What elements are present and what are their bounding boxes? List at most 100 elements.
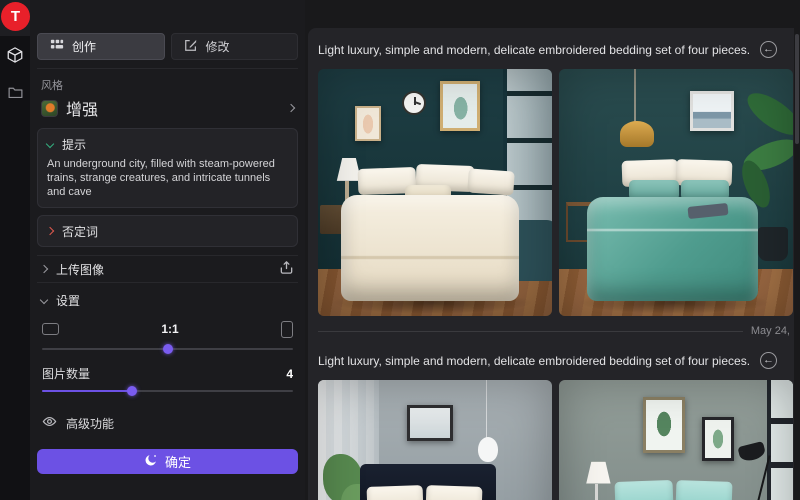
wall-art-frame: [702, 417, 734, 461]
grid-icon: [50, 38, 64, 55]
plant-pot: [758, 227, 788, 261]
pendant-lamp: [478, 437, 498, 462]
table-lamp: [582, 462, 614, 484]
pillow: [622, 159, 679, 187]
window: [503, 69, 552, 232]
wall-art-frame: [355, 106, 381, 141]
upload-icon[interactable]: [279, 260, 294, 278]
pendant-cord: [634, 69, 636, 126]
pillow: [425, 485, 482, 500]
aspect-ratio-slider[interactable]: [42, 343, 293, 355]
style-selector[interactable]: 增强: [41, 98, 294, 118]
floor: [318, 269, 552, 316]
date-label: May 24,: [751, 325, 790, 337]
prompt-header[interactable]: 提示: [47, 135, 288, 153]
date-divider: May 24,: [318, 318, 790, 344]
chevron-right-icon: [287, 104, 295, 112]
tab-create-label: 创作: [72, 38, 96, 55]
throw-blanket: [687, 203, 728, 219]
upload-image-row[interactable]: 上传图像: [41, 256, 294, 282]
generated-image-4[interactable]: [559, 380, 793, 500]
settings-label: 设置: [56, 292, 80, 309]
floor-lamp-shade: [737, 441, 766, 463]
group-header-2: Light luxury, simple and modern, delicat…: [308, 344, 794, 380]
prompt-text[interactable]: An underground city, filled with steam-p…: [47, 157, 288, 199]
image-row-1: [318, 69, 794, 316]
generated-image-3[interactable]: [318, 380, 552, 500]
divider: [37, 282, 298, 283]
plant-leaf: [737, 156, 776, 211]
plant-leaf: [323, 454, 363, 500]
sheer-curtain: [318, 380, 379, 500]
moon-icon: [144, 453, 158, 470]
chevron-right-icon: [46, 227, 54, 235]
reuse-prompt-icon[interactable]: ←: [760, 352, 777, 369]
armchair: [508, 220, 552, 282]
plant-leaf: [341, 484, 371, 500]
bed-shadow: [332, 291, 533, 313]
pendant-cord: [486, 380, 487, 442]
pendant-lamp: [620, 121, 654, 147]
sidebar-item-generate[interactable]: [0, 42, 30, 72]
negative-prompt-box[interactable]: 否定词: [37, 215, 298, 247]
image-count-slider-thumb[interactable]: [127, 386, 137, 396]
chevron-right-icon: [40, 265, 48, 273]
image-row-2: [318, 380, 794, 500]
group-prompt-2: Light luxury, simple and modern, delicat…: [318, 354, 750, 368]
pillow: [416, 164, 475, 192]
sidebar-item-assets[interactable]: [0, 80, 30, 110]
confirm-label: 确定: [165, 452, 191, 471]
plant-leaf: [741, 86, 793, 143]
pillow: [676, 159, 733, 187]
wall-art-frame: [643, 397, 685, 453]
prompt-box[interactable]: 提示 An underground city, filled with stea…: [37, 128, 298, 208]
group-prompt-1: Light luxury, simple and modern, delicat…: [318, 43, 750, 57]
wall-art-frame: [407, 405, 453, 441]
lamp-base: [345, 181, 349, 203]
floor: [559, 269, 793, 316]
aspect-ratio-value: 1:1: [59, 322, 281, 336]
feed-area: Light luxury, simple and modern, delicat…: [305, 0, 800, 500]
style-thumbnail-icon: [41, 100, 58, 117]
settings-header[interactable]: 设置: [41, 287, 294, 313]
scrollbar-thumb[interactable]: [795, 34, 799, 144]
nightstand: [320, 205, 362, 235]
image-count-slider[interactable]: [42, 385, 293, 397]
confirm-generate-button[interactable]: 确定: [37, 449, 298, 474]
side-table: [566, 202, 613, 242]
aspect-ratio-row: 1:1: [42, 318, 293, 340]
image-count-row: 图片数量 4: [42, 365, 293, 382]
pillow: [615, 480, 674, 500]
reuse-prompt-icon[interactable]: ←: [760, 41, 777, 58]
generated-image-2[interactable]: [559, 69, 793, 316]
advanced-features-row[interactable]: 高级功能: [42, 413, 293, 433]
divider: [37, 68, 298, 69]
pillow: [675, 480, 732, 500]
pillow: [681, 180, 729, 200]
mode-tabs: 创作 修改: [37, 33, 298, 60]
wall-art-frame: [690, 91, 734, 131]
generated-image-1[interactable]: [318, 69, 552, 316]
generation-panel: 创作 修改 风格 增强 提示 An underground city, fill…: [30, 0, 305, 500]
chevron-down-icon: [46, 140, 54, 148]
portrait-ratio-icon[interactable]: [281, 321, 293, 338]
duvet: [587, 197, 758, 301]
plant-leaf: [740, 133, 793, 177]
duvet: [341, 195, 519, 301]
style-value: 增强: [66, 96, 98, 120]
pillow: [405, 185, 451, 202]
tab-modify[interactable]: 修改: [171, 33, 299, 60]
folder-icon: [7, 84, 24, 106]
wall-clock: [402, 91, 426, 115]
bed-shadow: [578, 291, 770, 313]
slider-fill: [42, 390, 132, 392]
pillow: [367, 485, 424, 500]
aspect-ratio-slider-thumb[interactable]: [163, 344, 173, 354]
negative-header[interactable]: 否定词: [47, 222, 288, 240]
landscape-ratio-icon[interactable]: [42, 323, 59, 335]
tab-create[interactable]: 创作: [37, 33, 165, 60]
floor-lamp-pole: [743, 455, 770, 500]
tab-modify-label: 修改: [206, 38, 230, 55]
app-logo[interactable]: T: [1, 2, 30, 31]
edit-icon: [184, 38, 198, 55]
